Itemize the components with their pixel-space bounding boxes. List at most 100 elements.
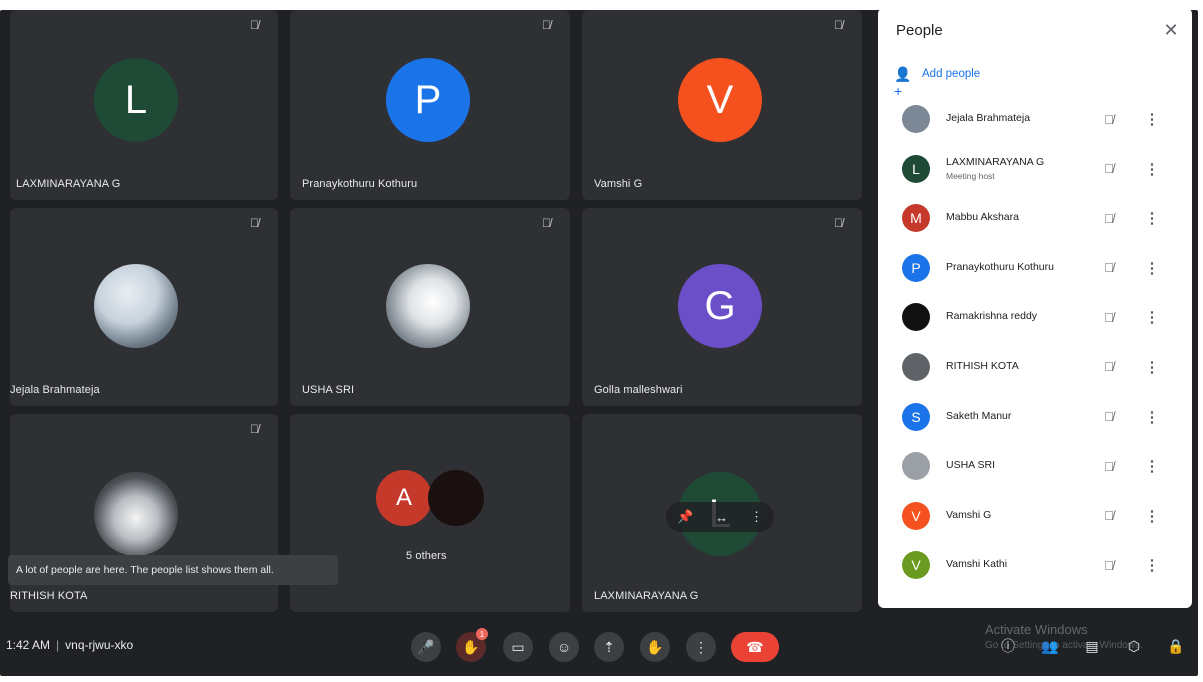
list-item[interactable]: L LAXMINARAYANA G Meeting host 🎙̸ ⋮ xyxy=(878,145,1192,195)
avatar: P xyxy=(902,253,930,282)
mute-icon[interactable]: ↔ xyxy=(715,510,728,525)
mic-off-icon[interactable]: 🎙̸ xyxy=(1099,258,1119,278)
meeting-code: vnq-rjwu-xko xyxy=(65,638,134,652)
mic-off-icon[interactable]: 🎙̸ xyxy=(1099,407,1119,427)
more-vert-icon[interactable]: ⋮ xyxy=(1145,357,1160,377)
participant-list: Jejala Brahmateja 🎙̸ ⋮ L LAXMINARAYANA G… xyxy=(878,95,1192,591)
list-item[interactable]: USHA SRI 🎙̸ ⋮ xyxy=(878,442,1192,492)
hand-raise-count[interactable]: ✋ 1 xyxy=(456,628,488,662)
raise-hand-button[interactable]: ✋ xyxy=(640,632,670,662)
avatar-photo xyxy=(94,472,178,556)
participant-name: LAXMINARAYANA G xyxy=(946,155,1045,168)
participant-name: Jejala Brahmateja xyxy=(946,112,1031,124)
participant-tile[interactable]: 🎙̸ V Vamshi G xyxy=(582,10,862,200)
participant-tile[interactable]: 🎙̸ USHA SRI xyxy=(290,208,570,406)
list-item[interactable]: RITHISH KOTA 🎙̸ ⋮ xyxy=(878,343,1192,393)
avatar-photo xyxy=(94,264,178,348)
list-item[interactable]: S Saketh Manur 🎙̸ ⋮ xyxy=(878,393,1192,443)
more-vert-icon[interactable]: ⋮ xyxy=(1145,407,1160,427)
participant-name: Vamshi Kathi xyxy=(946,558,1008,571)
person-add-icon: 👤+ xyxy=(894,66,912,99)
leave-call-button[interactable]: ☎ xyxy=(731,632,779,662)
avatar: V xyxy=(902,551,930,580)
list-item[interactable]: Jejala Brahmateja 🎙̸ ⋮ xyxy=(878,95,1192,145)
participant-name: USHA SRI xyxy=(302,384,355,396)
participant-name: USHA SRI xyxy=(946,459,996,472)
avatar: L xyxy=(94,58,178,142)
meeting-info: 1:42 AM | vnq-rjwu-xko xyxy=(6,638,133,652)
avatar: A xyxy=(376,470,432,526)
mic-off-icon[interactable]: 🎙̸ xyxy=(1099,109,1119,129)
participant-name: RITHISH KOTA xyxy=(946,359,1019,372)
participant-name: Vamshi G xyxy=(594,178,643,190)
mic-off-icon: 🎙̸ xyxy=(542,18,551,32)
more-vert-icon[interactable]: ⋮ xyxy=(1145,208,1160,228)
avatar: V xyxy=(902,501,930,530)
participant-role: Meeting host xyxy=(946,170,995,181)
close-icon[interactable]: ✕ xyxy=(1159,18,1183,42)
more-vert-icon[interactable]: ⋮ xyxy=(1145,555,1160,575)
participant-name: Golla malleshwari xyxy=(594,384,683,396)
emoji-button[interactable]: ☺ xyxy=(549,632,579,662)
add-people-button[interactable]: 👤+ Add people xyxy=(894,66,981,99)
windows-watermark-title: Activate Windows xyxy=(985,622,1088,637)
add-people-label: Add people xyxy=(922,68,981,80)
more-options-button[interactable]: ⋮ xyxy=(686,632,716,662)
mic-off-icon: 🎙̸ xyxy=(250,422,259,436)
participant-tile[interactable]: L 📌 ↔ ⋮ LAXMINARAYANA G xyxy=(582,414,862,612)
panel-title: People xyxy=(896,22,943,39)
list-item[interactable]: V Vamshi Kathi 🎙̸ ⋮ xyxy=(878,541,1192,591)
present-icon: ⇡ xyxy=(603,638,615,655)
avatar xyxy=(428,470,484,526)
participant-tile[interactable]: 🎙̸ P Pranaykothuru Kothuru xyxy=(290,10,570,200)
participant-name: Vamshi G xyxy=(946,508,992,521)
pin-icon[interactable]: 📌 xyxy=(677,509,693,525)
participant-name: Pranaykothuru Kothuru xyxy=(302,178,418,190)
more-vert-icon[interactable]: ⋮ xyxy=(1145,258,1160,278)
host-controls-button[interactable]: 🔒 xyxy=(1164,634,1188,658)
more-vert-icon[interactable]: ⋮ xyxy=(1145,307,1160,327)
avatar: L xyxy=(902,154,930,183)
captions-icon: ▭ xyxy=(511,638,525,655)
more-vert-icon[interactable]: ⋮ xyxy=(750,509,763,525)
mic-off-icon[interactable]: 🎙̸ xyxy=(1099,307,1119,327)
mic-off-icon[interactable]: 🎙̸ xyxy=(1099,159,1119,179)
mic-off-icon[interactable]: 🎙̸ xyxy=(1099,357,1119,377)
avatar xyxy=(902,452,930,481)
list-item[interactable]: Ramakrishna reddy 🎙̸ ⋮ xyxy=(878,293,1192,343)
mic-button[interactable]: 🎤 xyxy=(411,632,441,662)
mic-off-icon[interactable]: 🎙̸ xyxy=(1099,506,1119,526)
more-vert-icon[interactable]: ⋮ xyxy=(1145,159,1160,179)
clock-time: 1:42 AM xyxy=(6,638,51,652)
mic-off-icon: 🎙̸ xyxy=(542,216,551,230)
mic-off-icon[interactable]: 🎙̸ xyxy=(1099,456,1119,476)
participant-name: Ramakrishna reddy xyxy=(946,310,1038,323)
person-icon: ✋ xyxy=(462,638,480,655)
more-vert-icon[interactable]: ⋮ xyxy=(1145,506,1160,526)
list-item[interactable]: V Vamshi G 🎙̸ ⋮ xyxy=(878,492,1192,542)
mic-off-icon: 🎙̸ xyxy=(250,216,259,230)
tooltip: A lot of people are here. The people lis… xyxy=(8,555,338,585)
participant-name: LAXMINARAYANA G xyxy=(594,590,699,602)
list-item[interactable]: P Pranaykothuru Kothuru 🎙̸ ⋮ xyxy=(878,244,1192,294)
more-vert-icon: ⋮ xyxy=(694,638,708,655)
mic-off-icon[interactable]: 🎙̸ xyxy=(1099,555,1119,575)
emoji-icon: ☺ xyxy=(556,639,572,655)
mic-off-icon[interactable]: 🎙̸ xyxy=(1099,208,1119,228)
tile-hover-controls[interactable]: 📌 ↔ ⋮ xyxy=(666,502,774,532)
more-vert-icon[interactable]: ⋮ xyxy=(1145,456,1160,476)
participant-name: Mabbu Akshara xyxy=(946,211,1019,224)
list-item[interactable]: M Mabbu Akshara 🎙̸ ⋮ xyxy=(878,194,1192,244)
windows-watermark-subtitle: Go to Settings to activate Windows. xyxy=(985,640,1143,651)
present-button[interactable]: ⇡ xyxy=(594,632,624,662)
captions-button[interactable]: ▭ xyxy=(503,632,533,662)
avatar: M xyxy=(902,204,930,233)
avatar: S xyxy=(902,402,930,431)
end-call-icon: ☎ xyxy=(746,638,764,655)
more-vert-icon[interactable]: ⋮ xyxy=(1145,109,1160,129)
participant-tile[interactable]: 🎙̸ G Golla malleshwari xyxy=(582,208,862,406)
participant-tile[interactable]: 🎙̸ L LAXMINARAYANA G xyxy=(10,10,278,200)
others-count: 5 others xyxy=(406,550,447,562)
participant-name: LAXMINARAYANA G xyxy=(16,178,121,190)
participant-tile[interactable]: 🎙̸ Jejala Brahmateja xyxy=(10,208,278,406)
